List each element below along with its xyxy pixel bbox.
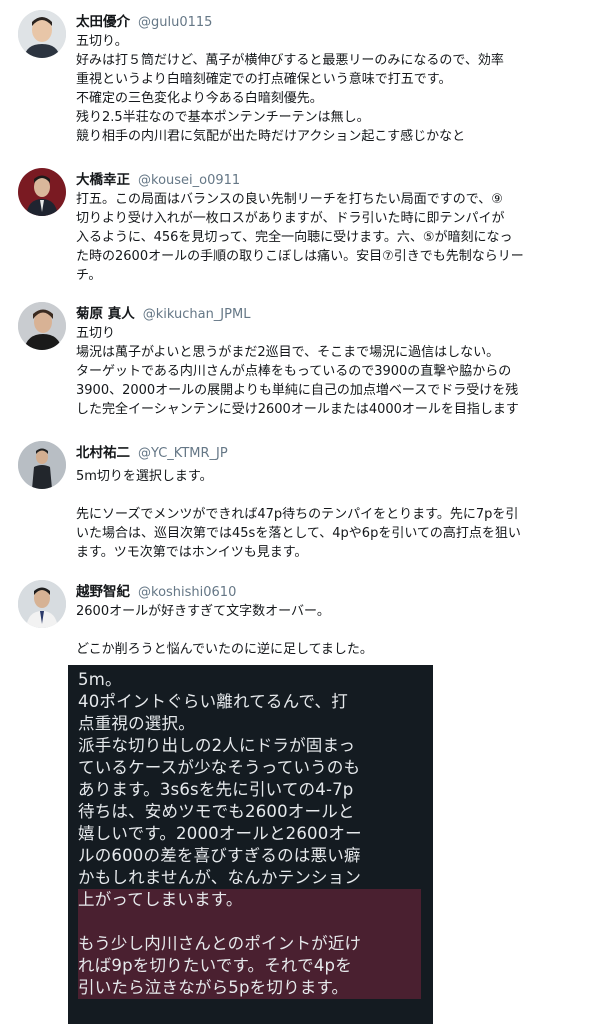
tweet-line: した完全イーシャンテンに受け2600オールまたは4000オールを目指します [76, 402, 519, 417]
avatar[interactable] [18, 168, 66, 216]
tweet-line: チ。 [76, 268, 102, 283]
tweet-line: ターゲットである内川さんが点棒をもっているので3900の直撃や脇からの [76, 364, 512, 379]
avatar[interactable] [18, 302, 66, 350]
avatar[interactable] [18, 441, 66, 489]
highlighted-line: もう少し内川さんとのポイントが近け [78, 933, 421, 955]
line-break [76, 486, 588, 505]
tweet-line: どこか削ろうと悩んでいたのに逆に足してました。 [76, 642, 373, 657]
image-line: 5m。 [78, 670, 122, 689]
tweet-line: 打五。この局面はバランスの良い先制リーチを打ちたい局面ですので、⑨ [76, 192, 503, 207]
user-name[interactable]: 太田優介 [76, 14, 130, 30]
line-break [76, 621, 588, 640]
tweet-text: 2600オールが好きすぎて文字数オーバー。 どこか削ろうと悩んでいたのに逆に足し… [76, 602, 588, 659]
user-handle[interactable]: @kousei_o0911 [138, 173, 240, 188]
tweet-text: 五切り 場況は萬子がよいと思うがまだ2巡目で、そこまで場況に過信はしない。 ター… [76, 324, 588, 419]
tweet-line: 先にソーズでメンツができれば47p待ちのテンパイをとります。先に7pを引 [76, 507, 519, 522]
highlighted-line: 引いたら泣きながら5pを切ります。 [78, 977, 421, 999]
tweet-header: 越野智紀 @koshishi0610 [76, 583, 236, 602]
tweet-line: 不確定の三色変化より今ある白暗刻優先。 [76, 91, 323, 106]
tweet-line: 好みは打５筒だけど、萬子が横伸びすると最悪リーのみになるので、効率 [76, 53, 504, 68]
tweet-line: 重視というより白暗刻確定での打点確保という意味で打五です。 [76, 72, 452, 87]
image-line: 派手な切り出しの2人にドラが固まっ [78, 736, 356, 755]
user-handle[interactable]: @kikuchan_JPML [143, 307, 251, 322]
image-line: 点重視の選択。 [78, 714, 195, 733]
user-handle[interactable]: @YC_KTMR_JP [138, 446, 228, 461]
tweet-text: 五切り。 好みは打５筒だけど、萬子が横伸びすると最悪リーのみになるので、効率 重… [76, 32, 588, 146]
tweet-line: 残り2.5半荘なので基本ポンテンチーテンは無し。 [76, 110, 370, 125]
tweet-line: 五切り [76, 326, 116, 341]
tweet-header: 太田優介 @gulu0115 [76, 13, 212, 32]
tweet-line: た時の2600オールの手順の取りこぼしは痛い。安目⑦引きでも先制ならリー [76, 249, 524, 264]
image-line: 嬉しいです。2000オールと2600オー [78, 824, 362, 843]
image-line: 40ポイントぐらい離れてるんで、打 [78, 692, 348, 711]
image-line: あります。3s6sを先に引いての4-7p [78, 780, 354, 799]
user-handle[interactable]: @gulu0115 [138, 15, 212, 30]
tweet-line: 3900、2000オールの展開よりも単純に自己の加点増ベースでドラ受けを残 [76, 383, 519, 398]
attached-image-text: 5m。 40ポイントぐらい離れてるんで、打 点重視の選択。 派手な切り出しの2人… [78, 669, 428, 999]
tweet-header: 北村祐二 @YC_KTMR_JP [76, 444, 228, 463]
tweet-line: ます。ツモ次第ではホンイツも見ます。 [76, 545, 308, 560]
avatar[interactable] [18, 580, 66, 628]
tweet-header: 菊原 真人 @kikuchan_JPML [76, 305, 250, 324]
image-line: ているケースが少なそうっていうのも [78, 758, 361, 777]
image-line: ルの600の差を喜びすぎるのは悪い癖 [78, 846, 361, 865]
tweet-line: 五切り。 [76, 34, 128, 49]
tweet-text: 5m切りを選択します。 先にソーズでメンツができれば47p待ちのテンパイをとりま… [76, 467, 588, 562]
tweet-line: 切りより受け入れが一枚ロスがありますが、ドラ引いた時に即テンパイが [76, 211, 505, 226]
tweet-line: 場況は萬子がよいと思うがまだ2巡目で、そこまで場況に過信はしない。 [76, 345, 500, 360]
attached-image[interactable]: 5m。 40ポイントぐらい離れてるんで、打 点重視の選択。 派手な切り出しの2人… [68, 665, 433, 1024]
tweet-line: 2600オールが好きすぎて文字数オーバー。 [76, 604, 330, 619]
user-name[interactable]: 大橋幸正 [76, 172, 130, 188]
image-line: かもしれませんが、なんかテンション [78, 868, 362, 887]
user-handle[interactable]: @koshishi0610 [138, 585, 236, 600]
tweet-line: 5m切りを選択します。 [76, 469, 213, 484]
user-name[interactable]: 北村祐二 [76, 445, 130, 461]
user-name[interactable]: 越野智紀 [76, 584, 130, 600]
highlighted-line: れば9pを切りたいです。それで4pを [78, 955, 421, 977]
tweet-text: 打五。この局面はバランスの良い先制リーチを打ちたい局面ですので、⑨ 切りより受け… [76, 190, 588, 285]
user-name[interactable]: 菊原 真人 [76, 306, 135, 322]
highlighted-line: 上がってしまいます。 [78, 889, 421, 911]
tweet-line: 競り相手の内川君に気配が出た時だけアクション起こす感じかなと [76, 129, 466, 144]
tweet-header: 大橋幸正 @kousei_o0911 [76, 171, 240, 190]
tweet-line: 入るように、456を見切って、完全一向聴に受けます。六、⑤が暗刻になっ [76, 230, 513, 245]
highlighted-gap [78, 911, 421, 933]
image-line: 待ちは、安めツモでも2600オールと [78, 802, 355, 821]
tweet-line: いた場合は、巡目次第では45sを落として、4pや6pを引いての高打点を狙い [76, 526, 521, 541]
avatar[interactable] [18, 10, 66, 58]
